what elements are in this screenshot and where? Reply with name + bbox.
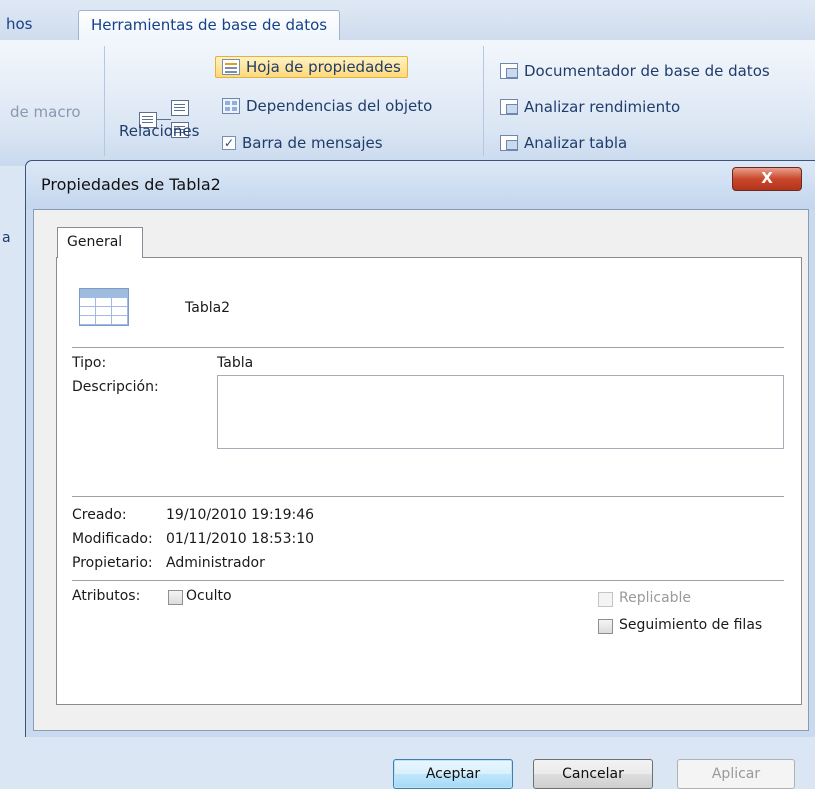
properties-dialog: Propiedades de Tabla2 X General Tabla2 T… (25, 160, 815, 789)
analizar-tabla-label: Analizar tabla (524, 134, 628, 152)
descripcion-label: Descripción: (72, 379, 159, 395)
object-name: Tabla2 (185, 300, 231, 316)
relaciones-button[interactable]: Relaciones (119, 122, 199, 140)
tab-herramientas-base-datos[interactable]: Herramientas de base de datos (78, 10, 341, 42)
hoja-propiedades-button[interactable]: Hoja de propiedades (215, 56, 408, 78)
dependencies-icon (222, 98, 240, 114)
ribbon-separator (104, 46, 105, 156)
general-panel: Tabla2 Tipo: Tabla Descripción: Creado: … (56, 257, 802, 705)
analizar-rendimiento-label: Analizar rendimiento (524, 98, 681, 116)
propietario-value: Administrador (166, 555, 265, 571)
dialog-titlebar[interactable]: Propiedades de Tabla2 X (26, 161, 815, 209)
macro-group-label[interactable]: de macro (10, 103, 81, 121)
tab-previous[interactable]: hos (6, 10, 33, 40)
divider (72, 347, 784, 349)
left-edge-fragment: a (2, 230, 11, 246)
dialog-client: General Tabla2 Tipo: Tabla Descripción: … (33, 209, 809, 731)
barra-mensajes-label: Barra de mensajes (242, 134, 383, 152)
aceptar-button[interactable]: Aceptar (393, 759, 513, 789)
atributos-label: Atributos: (72, 588, 141, 604)
analizar-tabla-button[interactable]: Analizar tabla (500, 134, 627, 152)
seguimiento-filas-checkbox[interactable] (598, 619, 613, 634)
seguimiento-filas-label[interactable]: Seguimiento de filas (619, 617, 762, 633)
documenter-icon (500, 63, 518, 79)
oculto-label[interactable]: Oculto (186, 588, 232, 604)
oculto-checkbox[interactable] (168, 590, 183, 605)
ribbon-separator (483, 46, 484, 156)
barra-mensajes-checkbox[interactable]: ✓ Barra de mensajes (222, 134, 383, 152)
descripcion-field[interactable] (217, 375, 784, 449)
tipo-label: Tipo: (72, 355, 107, 371)
documentador-button[interactable]: Documentador de base de datos (500, 62, 770, 80)
creado-value: 19/10/2010 19:19:46 (166, 507, 315, 523)
cancelar-button[interactable]: Cancelar (533, 759, 653, 789)
modificado-label: Modificado: (72, 531, 153, 547)
property-sheet-icon (222, 59, 240, 75)
replicable-label: Replicable (619, 590, 692, 606)
dependencias-label: Dependencias del objeto (246, 97, 433, 115)
aplicar-button[interactable]: Aplicar (677, 759, 795, 789)
replicable-checkbox[interactable] (598, 592, 613, 607)
close-button[interactable]: X (732, 167, 802, 191)
tab-general[interactable]: General (57, 227, 143, 258)
dependencias-button[interactable]: Dependencias del objeto (222, 97, 432, 115)
analizar-rendimiento-button[interactable]: Analizar rendimiento (500, 98, 680, 116)
modificado-value: 01/11/2010 18:53:10 (166, 531, 315, 547)
tipo-value: Tabla (217, 355, 254, 371)
documentador-label: Documentador de base de datos (524, 62, 770, 80)
propietario-label: Propietario: (72, 555, 153, 571)
checkmark-icon: ✓ (222, 136, 236, 150)
ribbon-panel: de macro Relaciones Hoja de propiedades … (0, 40, 815, 166)
ribbon-tab-bar: hos Herramientas de base de datos (0, 0, 815, 42)
divider (72, 496, 784, 498)
divider (72, 580, 784, 582)
table-icon (79, 288, 129, 326)
analyze-table-icon (500, 135, 518, 151)
creado-label: Creado: (72, 507, 127, 523)
hoja-propiedades-label: Hoja de propiedades (246, 58, 401, 76)
dialog-title: Propiedades de Tabla2 (41, 175, 221, 194)
close-icon: X (761, 169, 773, 187)
analyze-performance-icon (500, 99, 518, 115)
